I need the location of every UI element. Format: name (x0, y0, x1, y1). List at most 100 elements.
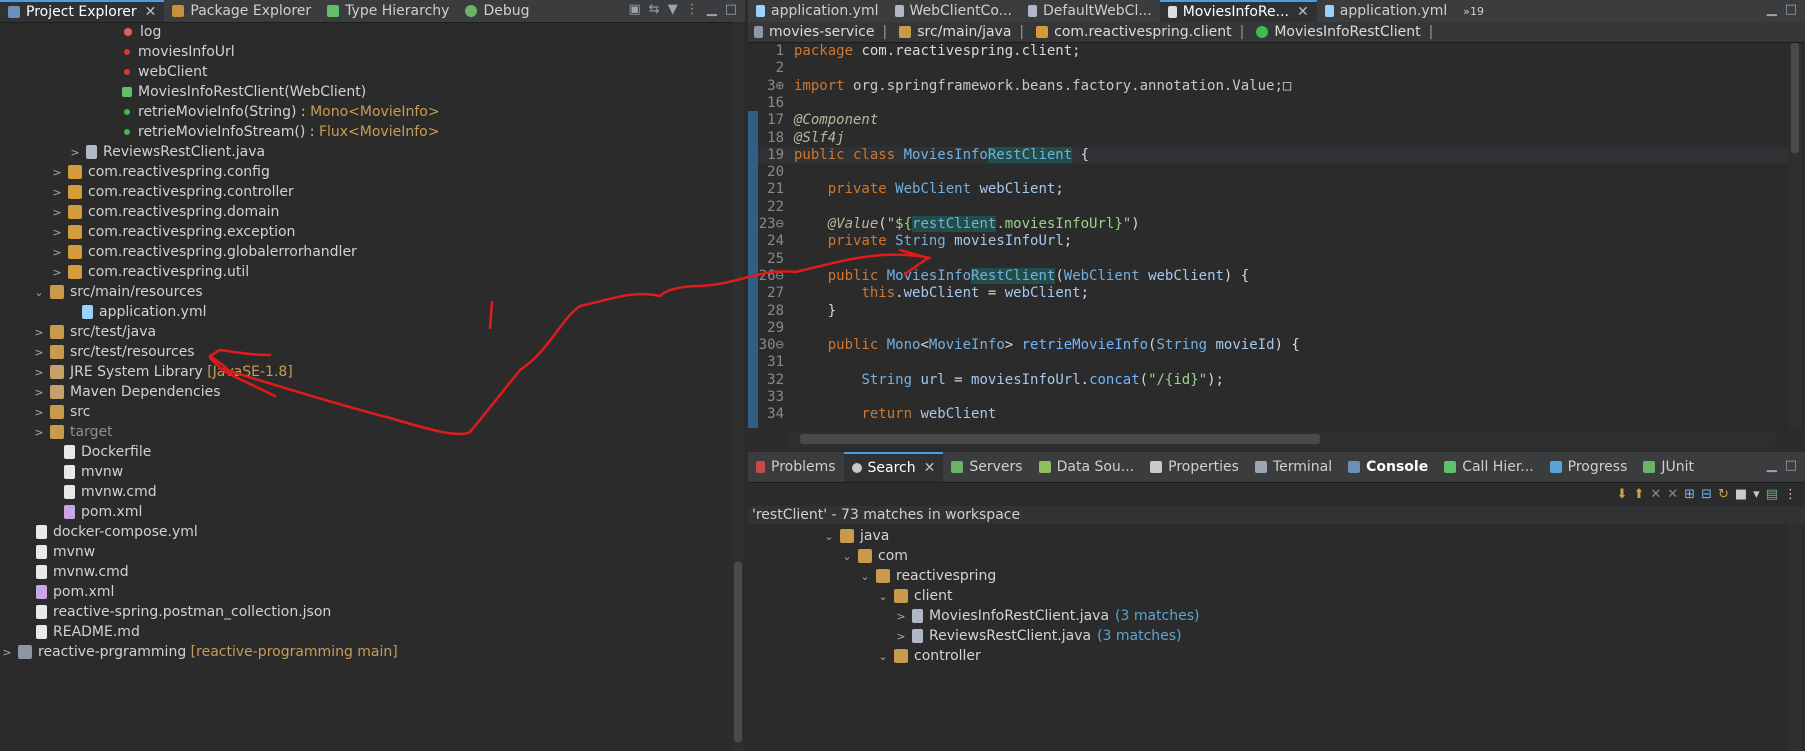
collapse-all-icon[interactable]: ▣ (629, 2, 641, 17)
chevron-right-icon[interactable]: > (0, 646, 14, 659)
chevron-down-icon[interactable]: ⌄ (822, 530, 836, 543)
editor-horizontal-scrollbar[interactable] (788, 431, 1775, 447)
tab-type-hierarchy[interactable]: Type Hierarchy (319, 0, 457, 22)
tab-call-hierarchy[interactable]: Call Hier... (1436, 452, 1541, 482)
chevron-right-icon[interactable]: > (32, 326, 46, 339)
tab-console[interactable]: Console (1340, 452, 1436, 482)
more-tabs-button[interactable]: »19 (1455, 0, 1492, 22)
code-line[interactable]: 2 (758, 60, 1788, 77)
code-line[interactable]: 32 String url = moviesInfoUrl.concat("/{… (758, 372, 1788, 389)
search-scrollbar[interactable] (1789, 524, 1801, 751)
cancel-search-icon[interactable]: ■ (1735, 487, 1747, 502)
tree-item[interactable]: ⌄ client (876, 586, 952, 606)
editor-tab-active[interactable]: MoviesInfoRe... ✕ (1159, 0, 1317, 22)
tree-item[interactable]: ⌄ com (840, 546, 908, 566)
tree-item[interactable]: mvnw.cmd (50, 482, 157, 502)
tree-item[interactable]: retrieMovieInfoStream() : Flux<MovieInfo… (120, 122, 439, 142)
collapse-all-icon[interactable]: ⊟ (1701, 487, 1712, 502)
tree-item[interactable]: README.md (22, 622, 140, 642)
tree-item[interactable]: ⌄ reactivespring (858, 566, 996, 586)
tree-item[interactable]: > src/test/java (32, 322, 156, 342)
tree-item[interactable]: log (120, 22, 161, 42)
tree-item[interactable]: > ReviewsRestClient.java (68, 142, 265, 162)
code-line[interactable]: 1 package com.reactivespring.client; (758, 43, 1788, 60)
chevron-right-icon[interactable]: > (50, 266, 64, 279)
filter-icon[interactable]: ▼ (668, 2, 678, 17)
code-area[interactable]: 1 package com.reactivespring.client; 2 3⊕ im… (758, 43, 1788, 428)
tab-servers[interactable]: Servers (943, 452, 1030, 482)
code-line[interactable]: 34 return webClient (758, 406, 1788, 423)
tree-item[interactable]: > JRE System Library [JavaSE-1.8] (32, 362, 292, 382)
close-icon[interactable]: ✕ (145, 4, 157, 20)
editor-vertical-scrollbar[interactable] (1789, 43, 1801, 428)
minimize-icon[interactable]: ▁ (707, 2, 717, 17)
chevron-right-icon[interactable]: > (50, 246, 64, 259)
code-line[interactable]: 16 (758, 95, 1788, 112)
code-line[interactable]: 30⊖ public Mono<MovieInfo> retrieMovieIn… (758, 337, 1788, 354)
chevron-right-icon[interactable]: > (32, 406, 46, 419)
tree-item[interactable]: > com.reactivespring.controller (50, 182, 293, 202)
tab-data-source[interactable]: Data Sou... (1031, 452, 1143, 482)
code-line[interactable]: 29 (758, 320, 1788, 337)
tree-item[interactable]: mvnw (22, 542, 95, 562)
tree-item[interactable]: ⌄ src/main/resources (32, 282, 202, 302)
tree-item[interactable]: moviesInfoUrl (120, 42, 235, 62)
refresh-icon[interactable]: ↻ (1718, 487, 1729, 502)
tree-item[interactable]: > src/test/resources (32, 342, 194, 362)
code-line[interactable]: 17 @Component (758, 112, 1788, 129)
link-editor-icon[interactable]: ⇆ (649, 2, 660, 17)
explorer-scrollbar[interactable] (733, 22, 743, 751)
close-icon[interactable]: ✕ (1297, 4, 1309, 20)
code-line[interactable]: 25 (758, 251, 1788, 268)
code-line[interactable]: 28 } (758, 303, 1788, 320)
chevron-right-icon[interactable]: > (50, 166, 64, 179)
code-line[interactable]: 3⊕ import org.springframework.beans.facto… (758, 78, 1788, 95)
tree-item[interactable]: Dockerfile (50, 442, 151, 462)
tree-item[interactable]: > com.reactivespring.config (50, 162, 269, 182)
chevron-right-icon[interactable]: > (32, 346, 46, 359)
tree-item[interactable]: > com.reactivespring.globalerrorhandler (50, 242, 356, 262)
tree-item[interactable]: pom.xml (22, 582, 114, 602)
editor-tab[interactable]: application.yml (748, 0, 887, 22)
tab-package-explorer[interactable]: Package Explorer (164, 0, 319, 22)
chevron-down-icon[interactable]: ⌄ (32, 286, 46, 299)
tree-item[interactable]: reactive-spring.postman_collection.json (22, 602, 331, 622)
expand-all-icon[interactable]: ⊞ (1684, 487, 1695, 502)
tree-item[interactable]: > com.reactivespring.domain (50, 202, 279, 222)
next-match-icon[interactable]: ⬇ (1617, 487, 1628, 502)
code-line[interactable]: 31 (758, 354, 1788, 371)
chevron-down-icon[interactable]: ⌄ (840, 550, 854, 563)
view-menu-icon[interactable]: ⋮ (686, 2, 699, 17)
tab-properties[interactable]: Properties (1142, 452, 1247, 482)
chevron-right-icon[interactable]: > (32, 386, 46, 399)
breadcrumb-item[interactable]: src/main/java | (893, 24, 1030, 40)
scrollbar-thumb[interactable] (1791, 43, 1799, 153)
search-result-file[interactable]: > ReviewsRestClient.java (3 matches) (894, 626, 1181, 646)
breadcrumb-item[interactable]: movies-service | (748, 24, 893, 40)
editor-tab[interactable]: WebClientCo... (887, 0, 1021, 22)
chevron-right-icon[interactable]: > (50, 226, 64, 239)
maximize-icon[interactable]: □ (725, 2, 737, 17)
tree-item[interactable]: retrieMovieInfo(String) : Mono<MovieInfo… (120, 102, 440, 122)
code-line[interactable]: 18 @Slf4j (758, 130, 1788, 147)
minimize-icon[interactable]: ▁ (1767, 458, 1777, 473)
code-line[interactable]: 20 (758, 164, 1788, 181)
tree-item[interactable]: pom.xml (50, 502, 142, 522)
search-history-icon[interactable]: ▾ (1753, 487, 1760, 502)
tree-item[interactable]: webClient (120, 62, 207, 82)
chevron-right-icon[interactable]: > (68, 146, 82, 159)
code-line[interactable]: 24 private String moviesInfoUrl; (758, 233, 1788, 250)
chevron-right-icon[interactable]: > (50, 186, 64, 199)
code-line[interactable]: 21 private WebClient webClient; (758, 181, 1788, 198)
tree-item[interactable]: mvnw.cmd (22, 562, 129, 582)
scrollbar-thumb[interactable] (734, 562, 742, 742)
chevron-right-icon[interactable]: > (894, 610, 908, 623)
pin-view-icon[interactable]: ▤ (1766, 487, 1778, 502)
code-line[interactable]: 23⊖ @Value("${restClient.moviesInfoUrl}"… (758, 216, 1788, 233)
tree-item[interactable]: > target (32, 422, 112, 442)
tree-item[interactable]: > com.reactivespring.util (50, 262, 249, 282)
chevron-right-icon[interactable]: > (32, 366, 46, 379)
chevron-down-icon[interactable]: ⌄ (876, 650, 890, 663)
chevron-down-icon[interactable]: ⌄ (858, 570, 872, 583)
tab-debug[interactable]: Debug (457, 0, 537, 22)
